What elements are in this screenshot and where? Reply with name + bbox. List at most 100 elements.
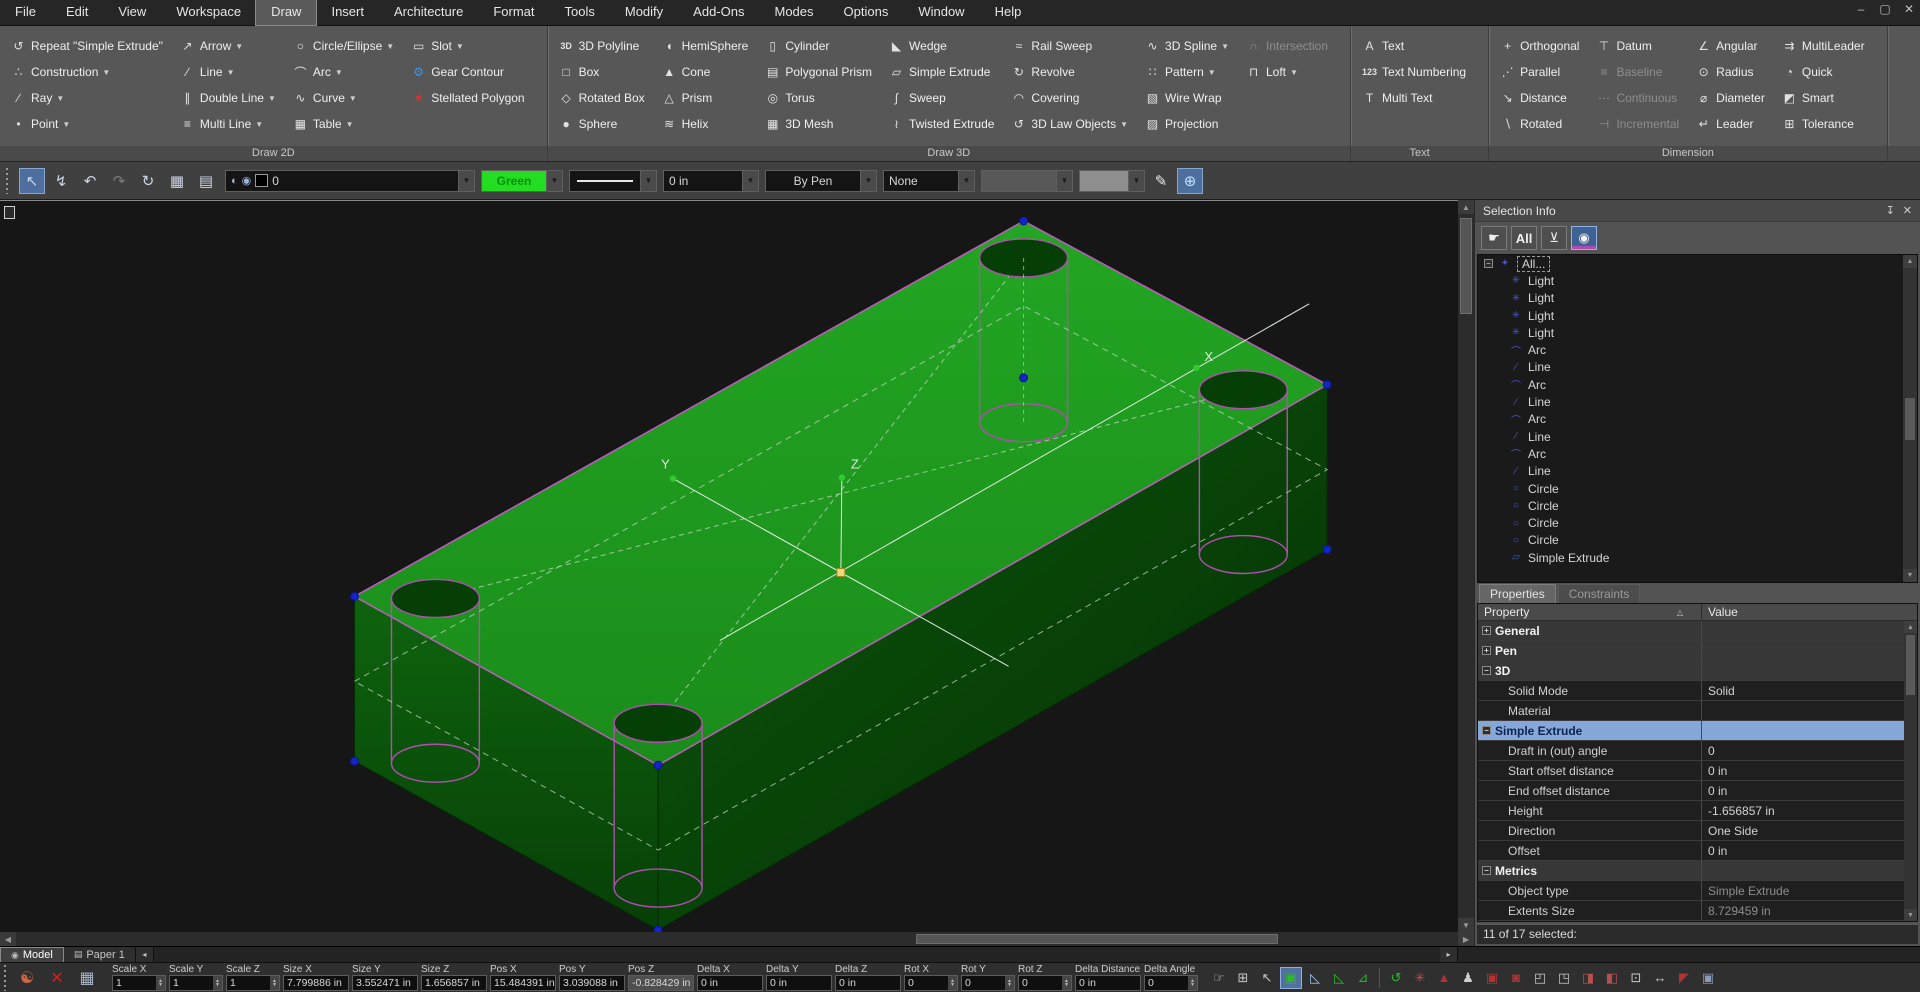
- ribbon-item-repeat-simple-extrude[interactable]: ↺Repeat "Simple Extrude": [8, 33, 169, 59]
- tab-constraints[interactable]: Constraints: [1558, 584, 1641, 603]
- center-handle-icon[interactable]: ◙: [1505, 967, 1527, 989]
- minimize-button[interactable]: –: [1854, 2, 1868, 16]
- pin-icon[interactable]: ↧: [1886, 204, 1895, 217]
- tab-properties[interactable]: Properties: [1479, 584, 1556, 603]
- tree-scroll-up-icon[interactable]: ▲: [1903, 255, 1917, 268]
- field-input-delta-distance[interactable]: 0 in: [1075, 975, 1141, 991]
- ribbon-item-3d-polyline[interactable]: 3D3D Polyline: [556, 33, 651, 59]
- ribbon-item-torus[interactable]: ◎Torus: [762, 85, 878, 111]
- chevron-down-icon[interactable]: ▼: [255, 120, 263, 129]
- tree-item-arc-9[interactable]: ⌒Arc: [1478, 411, 1917, 428]
- field-input-scale-z[interactable]: 1▲▼: [226, 975, 280, 991]
- shear-handle-icon[interactable]: ◤: [1673, 967, 1695, 989]
- ribbon-item-rotated[interactable]: ∖Rotated: [1497, 111, 1585, 137]
- frame-handle-icon[interactable]: ▣: [1697, 967, 1719, 989]
- field-input-rot-z[interactable]: 0▲▼: [1018, 975, 1072, 991]
- tree-item-light-3[interactable]: ✳Light: [1478, 307, 1917, 324]
- ribbon-item-parallel[interactable]: ⋰Parallel: [1497, 59, 1585, 85]
- tree-scroll-thumb[interactable]: [1905, 398, 1915, 440]
- spinner-icon[interactable]: ▲▼: [1005, 976, 1014, 990]
- ribbon-item-multi-text[interactable]: TMulti Text: [1359, 85, 1472, 111]
- ribbon-item-3d-spline[interactable]: ∿3D Spline▼: [1142, 33, 1235, 59]
- chevron-down-icon[interactable]: ▼: [56, 94, 64, 103]
- pen-edit-button[interactable]: ✎: [1148, 168, 1174, 194]
- z-axis-handle[interactable]: [839, 474, 845, 480]
- origin-handle[interactable]: [837, 568, 845, 576]
- rotate-mode-icon[interactable]: ↺: [1385, 967, 1407, 989]
- delete-icon[interactable]: ✕: [44, 966, 70, 990]
- chevron-down-icon[interactable]: ▼: [62, 120, 70, 129]
- ribbon-item-helix[interactable]: ≋Helix: [659, 111, 755, 137]
- layer-combo[interactable]: ◐ ◉ 0 ▼: [225, 170, 475, 192]
- ribbon-item-simple-extrude[interactable]: ▱Simple Extrude: [886, 59, 1000, 85]
- menu-item-modes[interactable]: Modes: [759, 0, 828, 25]
- ribbon-item-leader[interactable]: ↵Leader: [1693, 111, 1771, 137]
- side-handle-icon[interactable]: ◨: [1577, 967, 1599, 989]
- ribbon-item-double-line[interactable]: ∥Double Line▼: [177, 85, 282, 111]
- ribbon-item-distance[interactable]: ↘Distance: [1497, 85, 1585, 111]
- ribbon-item-curve[interactable]: ∿Curve▼: [290, 85, 400, 111]
- tree-item-arc-7[interactable]: ⌒Arc: [1478, 376, 1917, 393]
- ribbon-item-gear-contour[interactable]: ⚙Gear Contour: [408, 59, 530, 85]
- field-input-rot-y[interactable]: 0▲▼: [961, 975, 1015, 991]
- ribbon-item-box[interactable]: □Box: [556, 59, 651, 85]
- field-input-size-x[interactable]: 7.799886 in: [283, 975, 349, 991]
- property-row-3d[interactable]: −3D: [1478, 661, 1917, 681]
- chevron-down-icon[interactable]: ▼: [335, 68, 343, 77]
- property-row-object-type[interactable]: Object typeSimple Extrude: [1478, 881, 1917, 901]
- ribbon-item-smart[interactable]: ◩Smart: [1779, 85, 1871, 111]
- ribbon-item-diameter[interactable]: ⌀Diameter: [1693, 85, 1771, 111]
- chevron-down-icon[interactable]: ▼: [227, 68, 235, 77]
- property-column-header[interactable]: Property: [1484, 605, 1529, 619]
- ucs-world-icon[interactable]: ☯: [14, 966, 40, 990]
- grid-scrollbar[interactable]: ▲ ▼: [1904, 621, 1917, 921]
- flip-handle-icon[interactable]: ↔: [1649, 967, 1671, 989]
- ribbon-item-revolve[interactable]: ↻Revolve: [1008, 59, 1134, 85]
- color-combo[interactable]: Green ▼: [481, 170, 563, 192]
- collapse-icon[interactable]: −: [1484, 259, 1493, 268]
- filter-button[interactable]: ⊻: [1541, 226, 1567, 250]
- select-3d-mode-icon[interactable]: ◺: [1304, 967, 1326, 989]
- layers-button[interactable]: ▤: [193, 168, 219, 194]
- line-style-combo[interactable]: ▼: [569, 170, 657, 192]
- lock-handle-icon[interactable]: ⊡: [1625, 967, 1647, 989]
- menu-item-help[interactable]: Help: [980, 0, 1037, 25]
- expand-icon[interactable]: +: [1482, 646, 1491, 655]
- field-input-size-z[interactable]: 1.656857 in: [421, 975, 487, 991]
- tree-item-line-6[interactable]: ∕Line: [1478, 359, 1917, 376]
- tree-item-line-8[interactable]: ∕Line: [1478, 393, 1917, 410]
- tree-item-arc-11[interactable]: ⌒Arc: [1478, 445, 1917, 462]
- chevron-down-icon[interactable]: ▼: [268, 94, 276, 103]
- spinner-icon[interactable]: ▲▼: [270, 976, 279, 990]
- property-row-direction[interactable]: DirectionOne Side: [1478, 821, 1917, 841]
- grid-scroll-down-icon[interactable]: ▼: [1904, 909, 1917, 921]
- facet-select-icon[interactable]: ◺: [1328, 967, 1350, 989]
- pen-style-combo[interactable]: By Pen ▼: [765, 170, 877, 192]
- field-input-size-y[interactable]: 3.552471 in: [352, 975, 418, 991]
- close-button[interactable]: ✕: [1902, 2, 1916, 16]
- line-style-combo-arrow[interactable]: ▼: [641, 170, 657, 192]
- color-combo-arrow[interactable]: ▼: [547, 170, 563, 192]
- ribbon-item-twisted-extrude[interactable]: ≀Twisted Extrude: [886, 111, 1000, 137]
- chevron-down-icon[interactable]: ▼: [102, 68, 110, 77]
- tree-item-line-12[interactable]: ∕Line: [1478, 463, 1917, 480]
- ribbon-item-wedge[interactable]: ◣Wedge: [886, 33, 1000, 59]
- spinner-icon[interactable]: ▲▼: [156, 976, 165, 990]
- ribbon-item-cylinder[interactable]: ▯Cylinder: [762, 33, 878, 59]
- property-row-general[interactable]: +General: [1478, 621, 1917, 641]
- maximize-button[interactable]: ▢: [1878, 2, 1892, 16]
- hatch-combo[interactable]: None ▼: [883, 170, 975, 192]
- ribbon-item-tolerance[interactable]: ⊞Tolerance: [1779, 111, 1871, 137]
- chevron-down-icon[interactable]: ▼: [456, 42, 464, 51]
- tree-item-circle-16[interactable]: ○Circle: [1478, 532, 1917, 549]
- chevron-down-icon[interactable]: ▼: [349, 94, 357, 103]
- ribbon-item-point[interactable]: •Point▼: [8, 111, 169, 137]
- horizontal-scrollbar[interactable]: ◀ ▶: [0, 932, 1474, 946]
- collapse-icon[interactable]: −: [1482, 666, 1491, 675]
- ribbon-item-multi-line[interactable]: ≡Multi Line▼: [177, 111, 282, 137]
- scroll-up-icon[interactable]: ▲: [1458, 200, 1474, 214]
- ribbon-item-orthogonal[interactable]: +Orthogonal: [1497, 33, 1585, 59]
- ribbon-item-quick[interactable]: ◔Quick: [1779, 59, 1871, 85]
- collapse-icon[interactable]: −: [1482, 866, 1491, 875]
- panel-close-icon[interactable]: ✕: [1903, 204, 1912, 217]
